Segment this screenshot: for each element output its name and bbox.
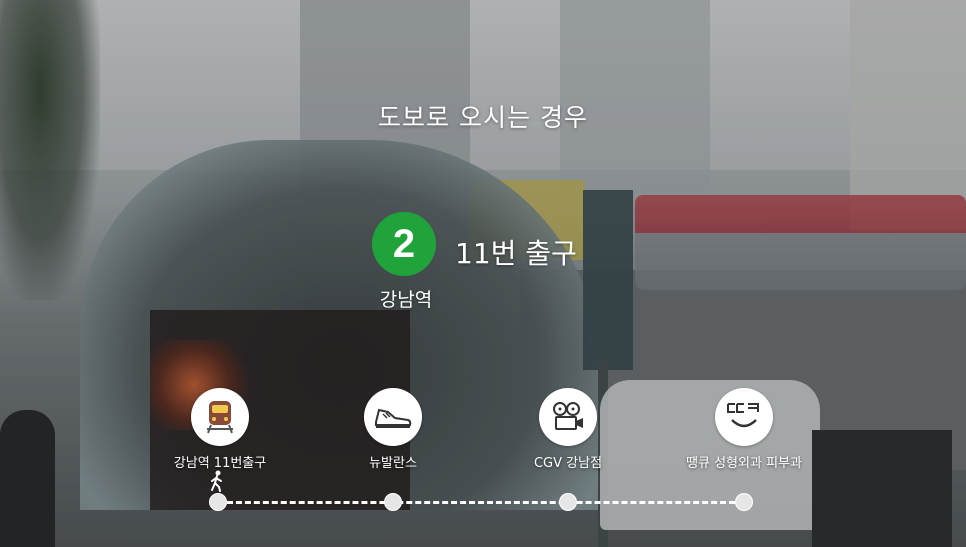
route-node — [209, 493, 227, 511]
line-number: 2 — [392, 221, 416, 266]
smiley-logo-icon — [715, 388, 773, 446]
background-photo: 도보로 오시는 경우 2 11번 출구 강남역 강남역 11번출구 뉴발란스 C… — [0, 0, 966, 547]
route-step-label: 땡큐 성형외과 피부과 — [686, 456, 802, 471]
sneaker-icon — [364, 388, 422, 446]
route-step-label: 강남역 11번출구 — [173, 456, 267, 471]
walking-person-icon — [209, 470, 225, 492]
directions-overlay: 도보로 오시는 경우 2 11번 출구 강남역 강남역 11번출구 뉴발란스 C… — [0, 0, 966, 547]
page-title: 도보로 오시는 경우 — [378, 103, 588, 132]
subway-train-icon — [191, 388, 249, 446]
route-step-station-exit: 강남역 11번출구 — [140, 388, 300, 471]
route-node — [735, 493, 753, 511]
route-step-label: 뉴발란스 — [369, 456, 417, 471]
route-step-cgv: CGV 강남점 — [488, 388, 648, 471]
station-name: 강남역 — [379, 289, 433, 311]
route-step-newbalance: 뉴발란스 — [313, 388, 473, 471]
route-node — [559, 493, 577, 511]
exit-label: 11번 출구 — [455, 237, 577, 270]
route-step-label: CGV 강남점 — [533, 456, 603, 471]
route-step-thankyou-clinic: 땡큐 성형외과 피부과 — [664, 388, 824, 471]
subway-line-badge: 2 — [372, 212, 436, 276]
route-node — [384, 493, 402, 511]
film-projector-icon — [539, 388, 597, 446]
walking-route-line — [218, 501, 744, 504]
